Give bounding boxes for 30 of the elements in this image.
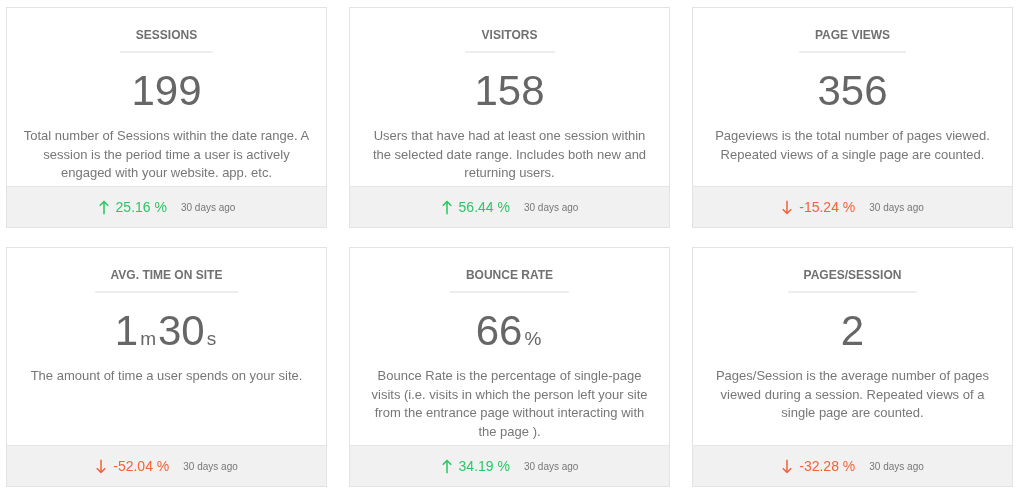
card-title: BOUNCE RATE [449, 268, 570, 293]
period-label: 30 days ago [180, 201, 236, 213]
stat-value: 199 [131, 69, 202, 115]
card-title: PAGES/SESSION [787, 268, 918, 293]
description: Bounce Rate is the percentage of single-page visits (i.e. visits in which the person left your site from the entrance page without interacting with the page ). [370, 367, 649, 441]
description: The amount of time a user spends on your site. [30, 367, 303, 385]
change-percent: 34.19 % [458, 458, 510, 474]
stat-value: 356 [817, 69, 888, 115]
stat-value: 66% [475, 309, 543, 355]
change-percent: 25.16 % [115, 199, 167, 215]
stat-value: 1 m 30 s [114, 309, 218, 355]
period-label: 30 days ago [523, 201, 579, 213]
card-title: VISITORS [464, 28, 555, 53]
card-title: SESSIONS [119, 28, 214, 53]
description: Pages/Session is the average number of pages viewed during a session. Repeated views of a single page are counted. [714, 367, 991, 422]
period-label: 30 days ago [523, 460, 579, 472]
description: Pageviews is the total number of pages viewed. Repeated views of a single page are counted. [714, 127, 991, 164]
change-percent: -32.28 % [799, 458, 856, 474]
period-label: 30 days ago [869, 460, 924, 472]
stat-value: 2 [840, 309, 865, 355]
change-percent: 56.44 % [458, 199, 510, 215]
change-percent: -52.04 % [113, 458, 170, 474]
stat-value: 158 [474, 69, 545, 115]
card-title: PAGE VIEWS [798, 28, 907, 53]
period-label: 30 days ago [869, 201, 924, 213]
description: Total number of Sessions within the date range. A session is the period time a user is actively engaged with your website. app. etc. [22, 127, 311, 182]
description: Users that have had at least one session within the selected date range. Includes both new and returning users. [371, 127, 648, 182]
card-title: AVG. TIME ON SITE [94, 268, 239, 293]
period-label: 30 days ago [183, 460, 238, 472]
change-percent: -15.24 % [799, 199, 856, 215]
